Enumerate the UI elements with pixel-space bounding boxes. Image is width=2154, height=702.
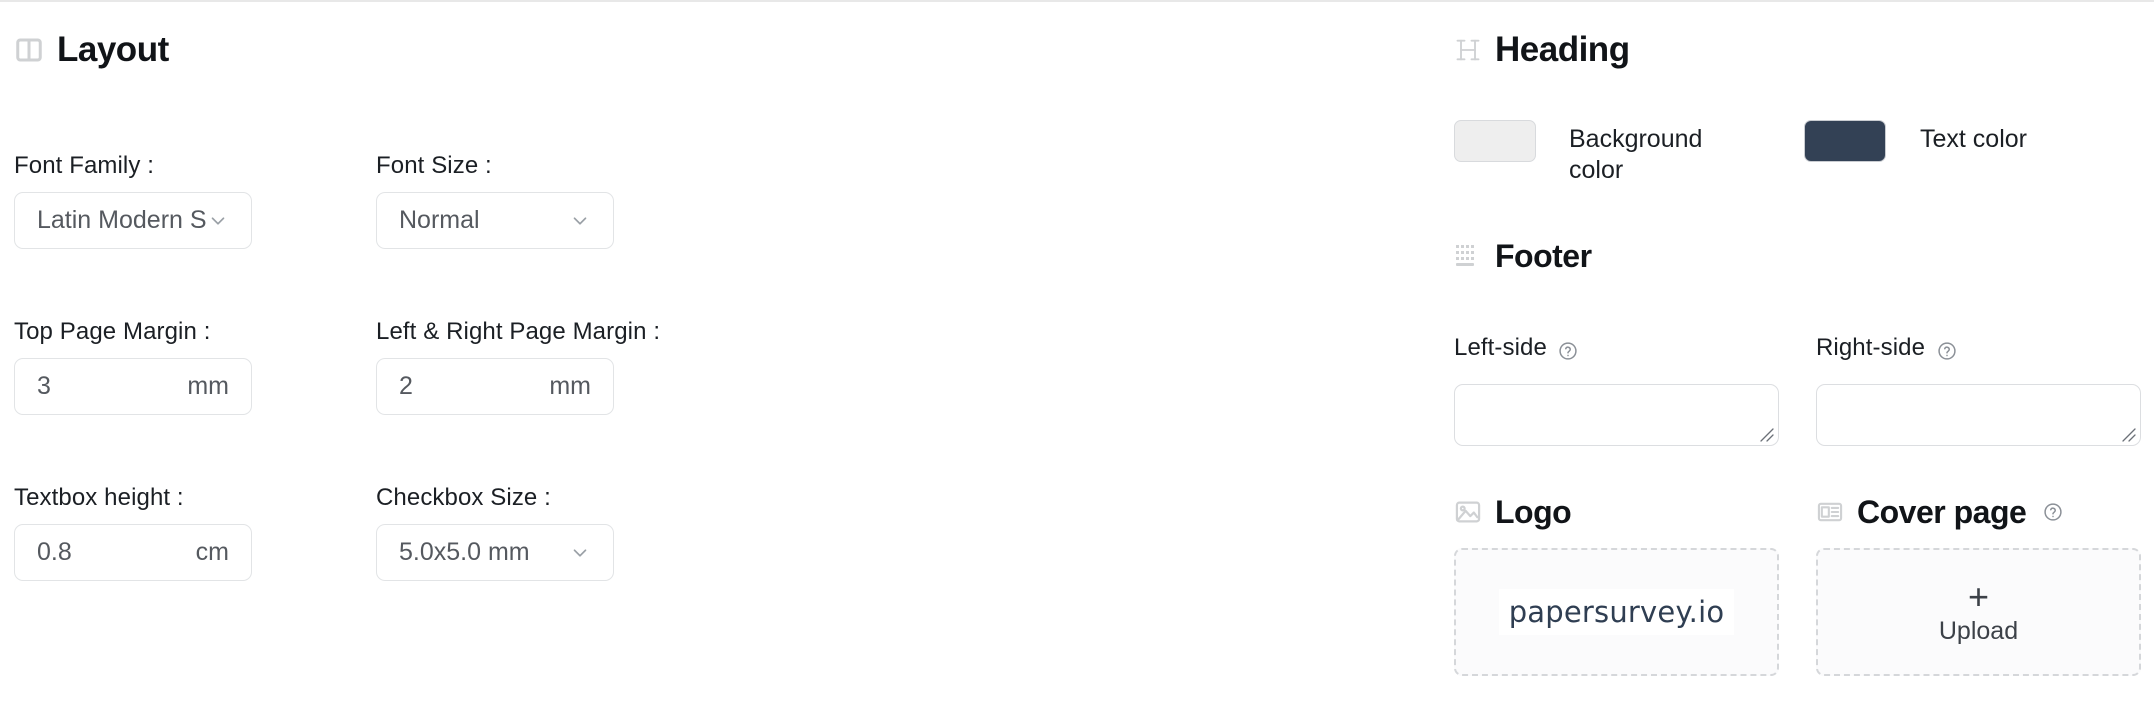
- footer-right-side-textarea[interactable]: [1816, 384, 2141, 446]
- help-circle-icon[interactable]: [2043, 502, 2063, 522]
- footer-section-header: Footer: [1454, 240, 1592, 272]
- logo-dropzone[interactable]: papersurvey.io: [1454, 548, 1779, 676]
- top-page-margin-label: Top Page Margin :: [14, 318, 211, 345]
- textbox-height-input[interactable]: 0.8 cm: [14, 524, 252, 581]
- top-page-margin-unit: mm: [187, 372, 229, 400]
- help-circle-icon[interactable]: [1558, 341, 1578, 361]
- layout-section-title: Layout: [57, 30, 169, 69]
- top-page-margin-field: Top Page Margin :: [14, 318, 252, 346]
- text-color-label: Text color: [1920, 125, 2027, 153]
- textbox-height-unit: cm: [195, 538, 229, 566]
- font-family-select[interactable]: Latin Modern San...: [14, 192, 252, 249]
- left-right-page-margin-input[interactable]: 2 mm: [376, 358, 614, 415]
- left-right-page-margin-label: Left & Right Page Margin :: [376, 318, 661, 345]
- top-page-margin-value: 3: [37, 372, 51, 400]
- background-color-label: Background color: [1569, 125, 1703, 185]
- footer-left-side-textarea[interactable]: [1454, 384, 1779, 446]
- plus-icon: +: [1967, 575, 1990, 617]
- footer-section-title: Footer: [1495, 238, 1592, 274]
- font-size-select[interactable]: Normal: [376, 192, 614, 249]
- layout-section-header: Layout: [14, 32, 169, 67]
- heading-section-title: Heading: [1495, 30, 1630, 69]
- logo-section-header: Logo: [1454, 494, 1572, 530]
- checkbox-size-field: Checkbox Size :: [376, 484, 614, 512]
- footer-left-side-label-row: Left-side: [1454, 334, 1578, 362]
- font-family-label: Font Family :: [14, 152, 154, 179]
- chevron-down-icon: [207, 210, 229, 232]
- checkbox-size-label: Checkbox Size :: [376, 484, 551, 511]
- heading-h-icon: [1454, 36, 1482, 64]
- resize-handle-icon[interactable]: [2119, 425, 2137, 443]
- layout-column: Layout Font Family : Latin Modern San...…: [0, 2, 1440, 702]
- cover-page-section-title: Cover page: [1857, 494, 2027, 530]
- columns-icon: [14, 35, 44, 65]
- text-color-swatch[interactable]: [1804, 120, 1886, 162]
- background-color-swatch[interactable]: [1454, 120, 1536, 162]
- heading-footer-column: Heading Background color Text color Foot…: [1446, 2, 2154, 702]
- settings-panel: Layout Font Family : Latin Modern San...…: [0, 0, 2154, 700]
- heading-section-header: Heading: [1454, 32, 1630, 67]
- left-right-page-margin-unit: mm: [549, 372, 591, 400]
- image-icon: [1454, 498, 1482, 526]
- chevron-down-icon: [569, 210, 591, 232]
- font-family-value: Latin Modern San...: [37, 206, 207, 234]
- footer-left-side-label: Left-side: [1454, 334, 1547, 361]
- font-size-label: Font Size :: [376, 152, 492, 179]
- cover-page-upload-dropzone[interactable]: + Upload: [1816, 548, 2141, 676]
- logo-image: papersurvey.io: [1498, 589, 1735, 635]
- logo-section-title: Logo: [1495, 494, 1572, 530]
- left-right-page-margin-field: Left & Right Page Margin :: [376, 318, 661, 346]
- left-right-page-margin-value: 2: [399, 372, 413, 400]
- checkbox-size-select[interactable]: 5.0x5.0 mm: [376, 524, 614, 581]
- cover-page-section-header: Cover page: [1816, 496, 2063, 528]
- font-size-value: Normal: [399, 206, 480, 234]
- font-family-field: Font Family :: [14, 152, 252, 180]
- cover-page-upload-label: Upload: [1938, 616, 2019, 645]
- textbox-height-field: Textbox height :: [14, 484, 252, 512]
- footer-right-side-label-row: Right-side: [1816, 334, 1957, 362]
- chevron-down-icon: [569, 542, 591, 564]
- checkbox-size-value: 5.0x5.0 mm: [399, 538, 530, 566]
- logo-text: papersurvey.io: [1508, 595, 1725, 629]
- help-circle-icon[interactable]: [1937, 341, 1957, 361]
- newspaper-icon: [1816, 498, 1844, 526]
- footer-right-side-label: Right-side: [1816, 334, 1926, 361]
- top-page-margin-input[interactable]: 3 mm: [14, 358, 252, 415]
- textbox-height-value: 0.8: [37, 538, 72, 566]
- keyboard-grid-icon: [1454, 242, 1482, 270]
- textbox-height-label: Textbox height :: [14, 484, 184, 511]
- font-size-field: Font Size :: [376, 152, 614, 180]
- resize-handle-icon[interactable]: [1757, 425, 1775, 443]
